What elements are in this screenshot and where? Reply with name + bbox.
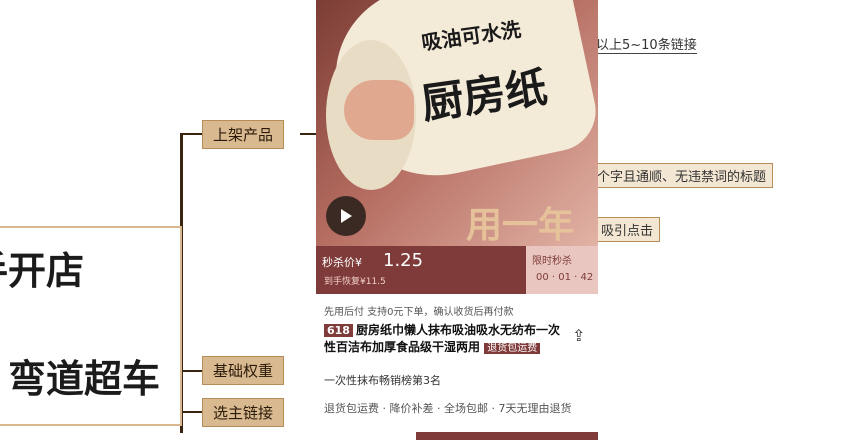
flash-sale-time: 00 · 01 · 42: [536, 272, 594, 283]
original-price: 到手恢复¥11.5: [324, 277, 386, 287]
mindmap-branch-line-3: [180, 411, 202, 413]
flash-price-value: 1.25: [383, 250, 424, 271]
flash-sale-countdown: 限时秒杀 00 · 01 · 42: [526, 246, 598, 294]
mindmap-node-base-weight[interactable]: 基础权重: [202, 356, 285, 385]
service-guarantees[interactable]: 退货包运费 · 降价补差 · 全场包邮 · 7天无理由退货: [324, 400, 571, 416]
center-title-line1: 手开店: [0, 249, 85, 293]
flash-price-label: 秒杀价¥: [322, 256, 362, 269]
mindmap-branch-line-1: [180, 133, 202, 135]
play-icon: [341, 209, 352, 223]
mindmap-branch-line-2: [180, 370, 202, 372]
price-bar: 秒杀价¥ 1.25 到手恢复¥11.5 限时秒杀 00 · 01 · 42: [316, 246, 598, 294]
mindmap-leaf-title-rule[interactable]: 个字且通顺、无违禁词的标题: [590, 163, 774, 188]
shipping-tag: 退货包运费: [484, 343, 541, 354]
center-title-line2: 弯道超车: [8, 357, 161, 401]
product-page-screenshot: 吸油可水洗 厨房纸 用一年 秒杀价¥ 1.25 到手恢复¥11.5 限时秒杀 0…: [316, 0, 598, 440]
tag-618: 618: [324, 324, 353, 337]
flash-sale-label: 限时秒杀: [532, 256, 572, 267]
mindmap-leaf-click[interactable]: 吸引点击: [594, 217, 661, 242]
mindmap-center-node[interactable]: 手开店 弯道超车: [0, 226, 182, 426]
mindmap-leaf-line-1: [300, 133, 316, 135]
promo-year-text: 用一年: [466, 205, 575, 246]
mindmap-node-list-product[interactable]: 上架产品: [202, 120, 285, 149]
product-hero-image[interactable]: 吸油可水洗 厨房纸 用一年: [316, 0, 598, 246]
mindmap-node-main-link[interactable]: 选主链接: [202, 398, 285, 427]
play-video-button[interactable]: [326, 196, 366, 236]
mindmap-leaf-links[interactable]: 以上5~10条链接: [596, 34, 697, 54]
product-title: 618 厨房纸巾懒人抹布吸油吸水无纺布一次性百洁布加厚食品级干湿两用 退货包运费: [324, 322, 564, 357]
hand-graphic: [344, 80, 414, 140]
buy-button-bar[interactable]: [416, 432, 598, 440]
share-icon[interactable]: ⇪: [572, 326, 585, 345]
pay-later-notice[interactable]: 先用后付 支持0元下单，确认收货后再付款: [324, 303, 514, 318]
ranking-badge[interactable]: 一次性抹布畅销榜第3名: [324, 372, 441, 388]
